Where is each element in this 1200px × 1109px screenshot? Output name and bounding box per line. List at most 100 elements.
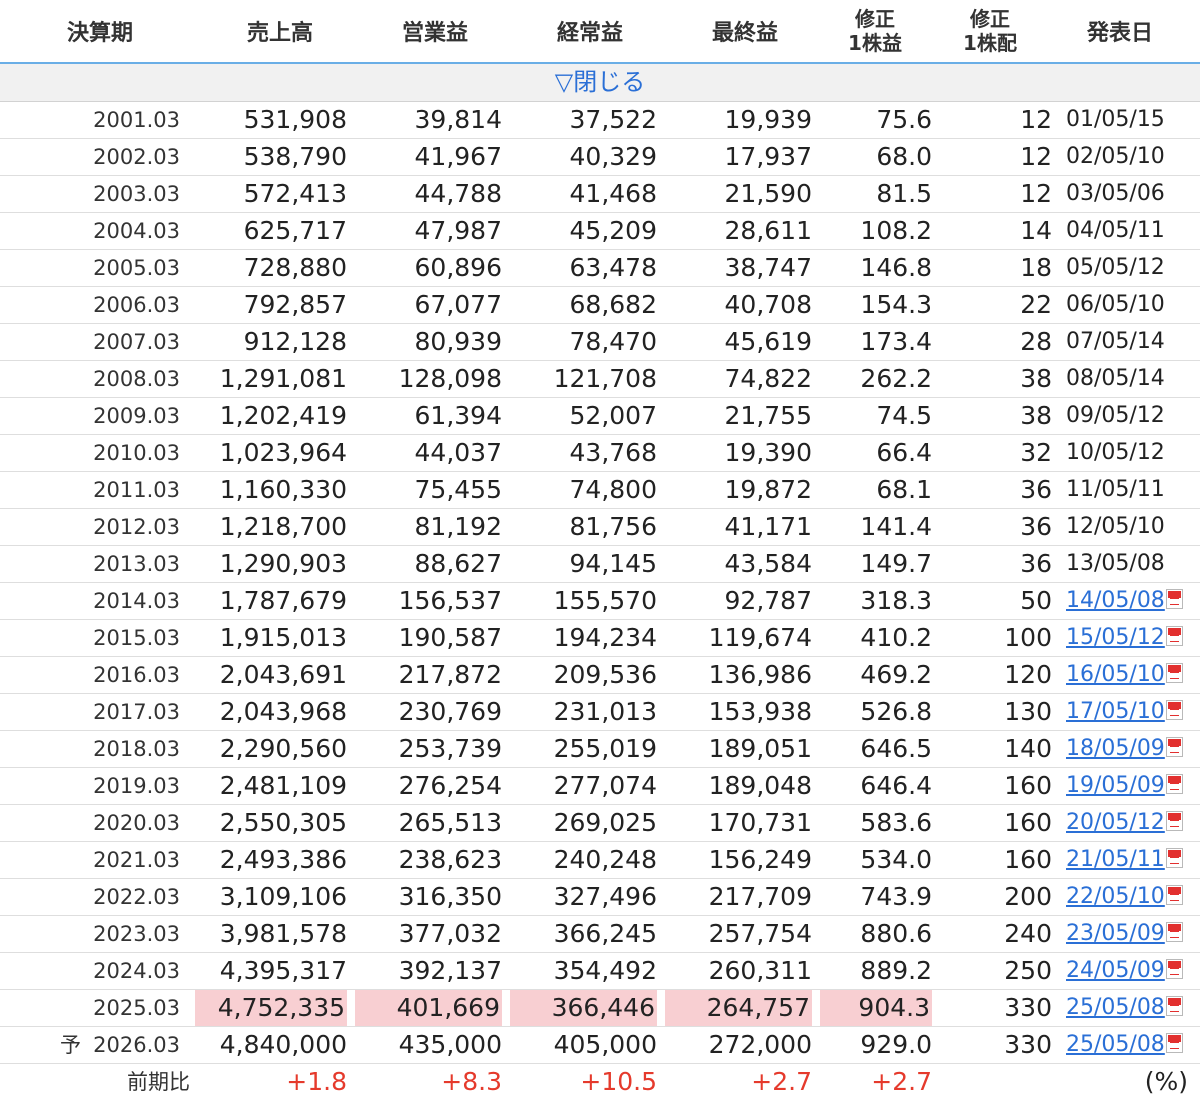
cell-ordinary: 74,800 bbox=[569, 475, 657, 504]
cell-dps: 250 bbox=[1004, 956, 1052, 985]
announce-date: 17/05/10 bbox=[1066, 694, 1200, 730]
cell-dps: 12 bbox=[1020, 105, 1052, 134]
table-row: 2010.03 1,023,964 44,037 43,768 19,390 66.4 32… bbox=[0, 435, 1200, 472]
cell-ordinary: 52,007 bbox=[569, 401, 657, 430]
announce-date: 13/05/08 bbox=[1066, 546, 1200, 582]
pdf-icon[interactable] bbox=[1165, 811, 1183, 831]
cell-dps: 130 bbox=[1004, 697, 1052, 726]
cell-eps: 68.1 bbox=[876, 475, 932, 504]
cell-period: 2008.03 bbox=[93, 367, 180, 391]
cell-ordinary: 255,019 bbox=[553, 734, 657, 763]
announce-date: 25/05/08 bbox=[1066, 1027, 1200, 1063]
cell-operating: 88,627 bbox=[414, 549, 502, 578]
cell-dps: 14 bbox=[1020, 216, 1052, 245]
cell-eps: 646.5 bbox=[860, 734, 932, 763]
cell-period: 2012.03 bbox=[93, 515, 180, 539]
cell-operating: 265,513 bbox=[398, 808, 502, 837]
cell-sales: 1,218,700 bbox=[219, 512, 347, 541]
cell-sales: 3,981,578 bbox=[219, 919, 347, 948]
cell-sales: 4,752,335 bbox=[195, 990, 347, 1026]
cell-operating: 44,788 bbox=[414, 179, 502, 208]
cell-period: 2021.03 bbox=[93, 848, 180, 872]
ratio-unit: (%) bbox=[1144, 1067, 1188, 1096]
table-row: 2008.03 1,291,081 128,098 121,708 74,822 262.… bbox=[0, 361, 1200, 398]
announce-date-text: 10/05/12 bbox=[1066, 440, 1165, 465]
announce-date-link[interactable]: 18/05/09 bbox=[1066, 736, 1165, 761]
cell-net: 17,937 bbox=[724, 142, 812, 171]
cell-net: 19,939 bbox=[724, 105, 812, 134]
cell-operating: 377,032 bbox=[398, 919, 502, 948]
announce-date: 19/05/09 bbox=[1066, 768, 1200, 804]
cell-operating: 128,098 bbox=[398, 364, 502, 393]
cell-net: 19,390 bbox=[724, 438, 812, 467]
cell-ordinary: 155,570 bbox=[553, 586, 657, 615]
pdf-icon[interactable] bbox=[1165, 626, 1183, 646]
announce-date-link[interactable]: 15/05/12 bbox=[1066, 625, 1165, 650]
table-row: 2018.03 2,290,560 253,739 255,019 189,051 646… bbox=[0, 731, 1200, 768]
announce-date-link[interactable]: 25/05/08 bbox=[1066, 995, 1165, 1020]
announce-date: 11/05/11 bbox=[1066, 472, 1200, 508]
cell-ordinary: 68,682 bbox=[569, 290, 657, 319]
announce-date-link[interactable]: 17/05/10 bbox=[1066, 699, 1165, 724]
announce-date-text: 12/05/10 bbox=[1066, 514, 1165, 539]
cell-period: 2025.03 bbox=[93, 996, 180, 1020]
announce-date: 09/05/12 bbox=[1066, 398, 1200, 434]
cell-dps: 38 bbox=[1020, 401, 1052, 430]
cell-period: 2003.03 bbox=[93, 182, 180, 206]
announce-date-link[interactable]: 19/05/09 bbox=[1066, 773, 1165, 798]
announce-date-link[interactable]: 16/05/10 bbox=[1066, 662, 1165, 687]
header-ordinary: 経常益 bbox=[556, 21, 623, 46]
announce-date-link[interactable]: 20/05/12 bbox=[1066, 810, 1165, 835]
table-row: 2019.03 2,481,109 276,254 277,074 189,048 646… bbox=[0, 768, 1200, 805]
announce-date-link[interactable]: 25/05/08 bbox=[1066, 1032, 1165, 1057]
cell-ordinary: 354,492 bbox=[553, 956, 657, 985]
table-row: 予 2026.03 4,840,000 435,000 405,000 272,000 92… bbox=[0, 1027, 1200, 1064]
announce-date-text: 03/05/06 bbox=[1066, 181, 1165, 206]
cell-ordinary: 366,446 bbox=[510, 990, 657, 1026]
pdf-icon[interactable] bbox=[1165, 589, 1183, 609]
cell-sales: 1,023,964 bbox=[219, 438, 347, 467]
cell-sales: 2,550,305 bbox=[219, 808, 347, 837]
cell-dps: 120 bbox=[1004, 660, 1052, 689]
pdf-icon[interactable] bbox=[1165, 885, 1183, 905]
pdf-icon[interactable] bbox=[1165, 1033, 1183, 1053]
pdf-icon[interactable] bbox=[1165, 737, 1183, 757]
announce-date-link[interactable]: 23/05/09 bbox=[1066, 921, 1165, 946]
table-row: 2015.03 1,915,013 190,587 194,234 119,674 410… bbox=[0, 620, 1200, 657]
pdf-icon[interactable] bbox=[1165, 848, 1183, 868]
announce-date-link[interactable]: 14/05/08 bbox=[1066, 588, 1165, 613]
cell-period: 2020.03 bbox=[93, 811, 180, 835]
cell-dps: 32 bbox=[1020, 438, 1052, 467]
cell-eps: 149.7 bbox=[860, 549, 932, 578]
pdf-icon[interactable] bbox=[1165, 663, 1183, 683]
collapse-toggle[interactable]: ▽閉じる bbox=[0, 64, 1200, 102]
pdf-icon[interactable] bbox=[1165, 959, 1183, 979]
cell-eps: 108.2 bbox=[860, 216, 932, 245]
cell-eps: 469.2 bbox=[860, 660, 932, 689]
announce-date: 05/05/12 bbox=[1066, 250, 1200, 286]
pdf-icon[interactable] bbox=[1165, 700, 1183, 720]
earnings-history-table: 決算期 売上高 営業益 経常益 最終益 修正 1株益 修正 1株配 発表日 ▽閉… bbox=[0, 0, 1200, 1109]
announce-date: 01/05/15 bbox=[1066, 102, 1200, 138]
cell-ordinary: 45,209 bbox=[569, 216, 657, 245]
cell-dps: 36 bbox=[1020, 549, 1052, 578]
cell-operating: 75,455 bbox=[414, 475, 502, 504]
pdf-icon[interactable] bbox=[1165, 922, 1183, 942]
announce-date-link[interactable]: 21/05/11 bbox=[1066, 847, 1165, 872]
cell-dps: 330 bbox=[1004, 1030, 1052, 1059]
pdf-icon[interactable] bbox=[1165, 774, 1183, 794]
announce-date: 07/05/14 bbox=[1066, 324, 1200, 360]
announce-date-link[interactable]: 22/05/10 bbox=[1066, 884, 1165, 909]
announce-date-link[interactable]: 24/05/09 bbox=[1066, 958, 1165, 983]
table-row: 2001.03 531,908 39,814 37,522 19,939 75.6 12 01… bbox=[0, 102, 1200, 139]
cell-net: 260,311 bbox=[708, 956, 812, 985]
table-row: 2017.03 2,043,968 230,769 231,013 153,938 526… bbox=[0, 694, 1200, 731]
cell-net: 272,000 bbox=[708, 1030, 812, 1059]
cell-sales: 572,413 bbox=[243, 179, 347, 208]
cell-period: 2007.03 bbox=[93, 330, 180, 354]
pdf-icon[interactable] bbox=[1165, 996, 1183, 1016]
cell-sales: 531,908 bbox=[243, 105, 347, 134]
cell-ordinary: 405,000 bbox=[553, 1030, 657, 1059]
ratio-row: 前期比 +1.8 +8.3 +10.5 +2.7 +2.7 (%) bbox=[0, 1064, 1200, 1101]
announce-date-text: 06/05/10 bbox=[1066, 292, 1165, 317]
